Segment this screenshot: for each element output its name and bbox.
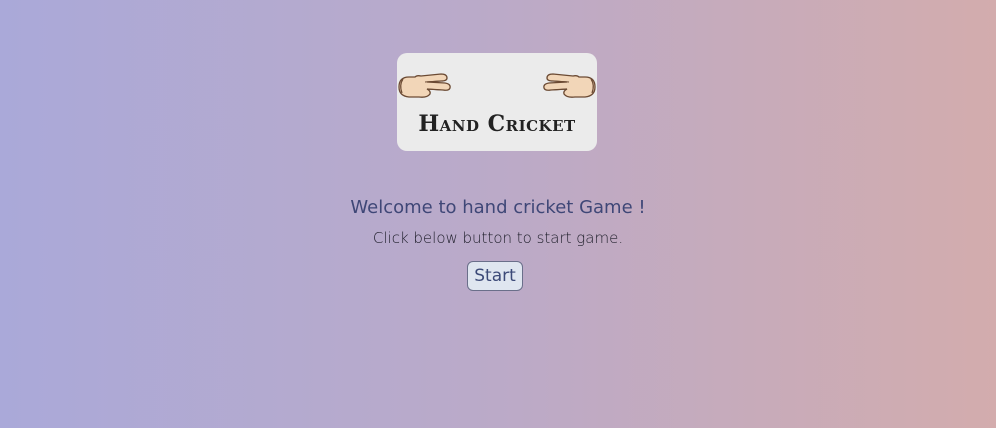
hand-right-icon [543, 73, 596, 98]
instruction-text: Click below button to start game. [372, 229, 624, 247]
game-title: Hand Cricket [418, 111, 576, 137]
game-logo: Hand Cricket [397, 53, 597, 151]
hand-left-icon [398, 73, 451, 98]
start-button[interactable]: Start [467, 261, 523, 291]
welcome-heading: Welcome to hand cricket Game ! [350, 197, 646, 218]
